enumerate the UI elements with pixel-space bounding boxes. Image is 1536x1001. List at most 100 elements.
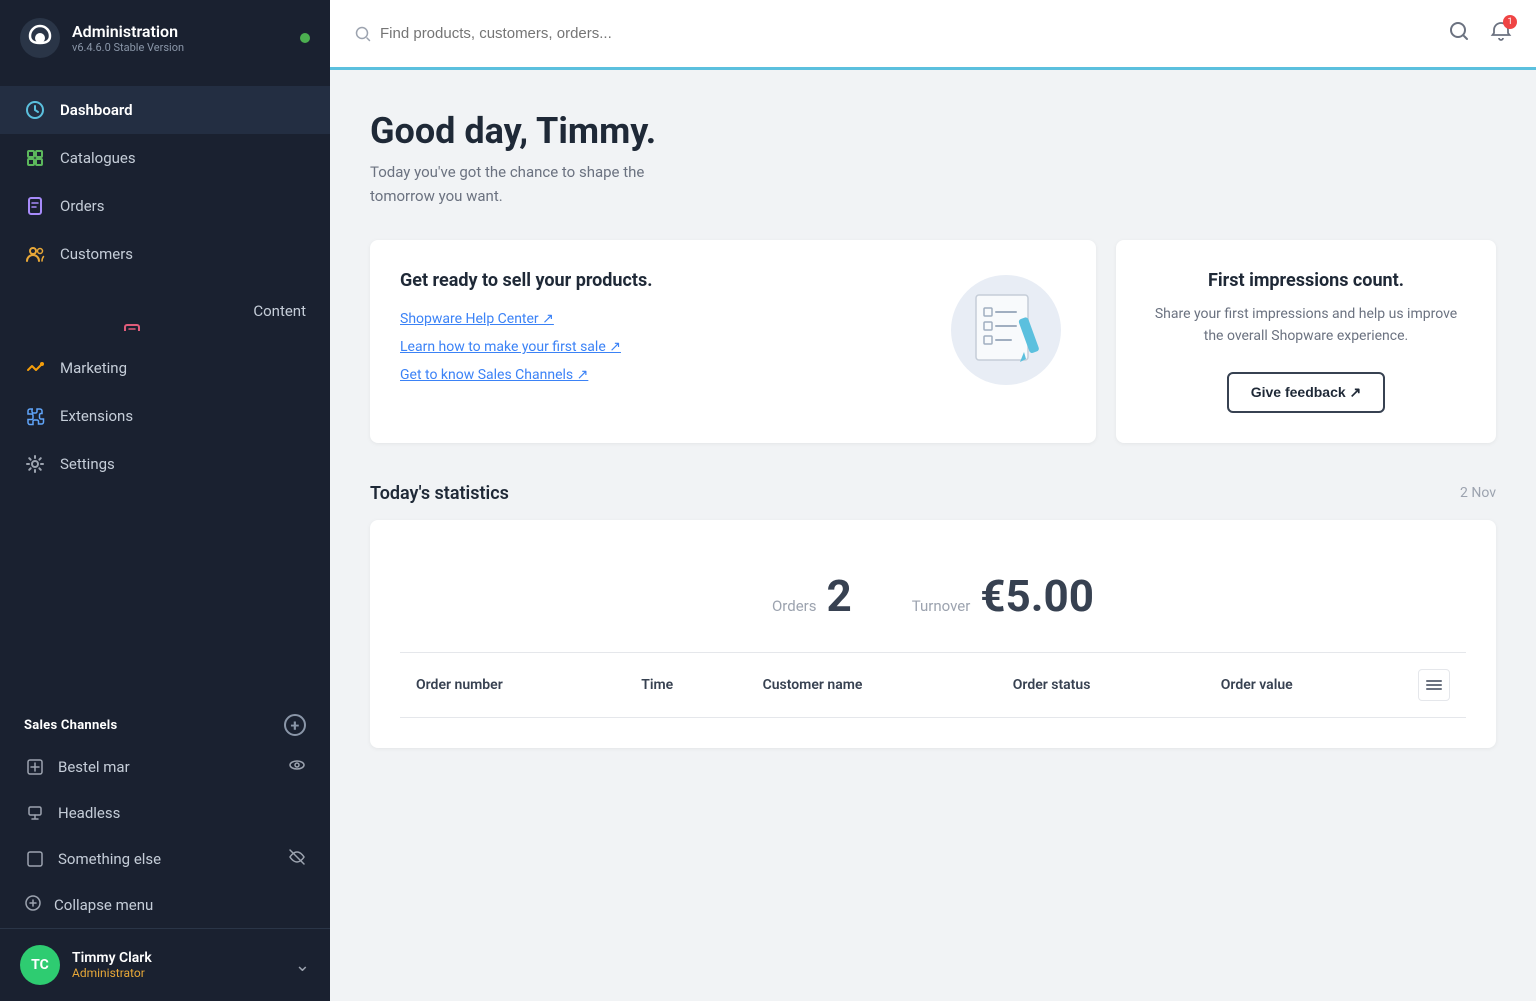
sidebar-item-content[interactable]: Content — [0, 278, 330, 344]
sell-card-content: Get ready to sell your products. Shopwar… — [400, 270, 652, 383]
sidebar-item-label: Catalogues — [60, 149, 136, 167]
sidebar-item-catalogues[interactable]: Catalogues — [0, 134, 330, 182]
impressions-description: Share your first impressions and help us… — [1146, 303, 1466, 348]
orders-icon — [24, 195, 46, 217]
sidebar-nav: Dashboard Catalogues Orders Customers Co… — [0, 76, 330, 694]
collapse-icon — [24, 894, 42, 916]
marketing-icon — [24, 357, 46, 379]
col-order-value: Order value — [1205, 652, 1402, 717]
sidebar-item-label: Settings — [60, 455, 115, 473]
something-else-label: Something else — [58, 850, 276, 868]
something-else-icon — [24, 848, 46, 870]
search-topbar-button[interactable] — [1448, 20, 1470, 47]
brand-title: Administration — [72, 22, 184, 41]
sell-illustration — [946, 270, 1066, 390]
info-cards: Get ready to sell your products. Shopwar… — [370, 240, 1496, 443]
orders-table-wrapper: Order number Time Customer name Order st… — [400, 652, 1466, 718]
headless-label: Headless — [58, 804, 306, 822]
sales-channels-header: Sales Channels + — [0, 694, 330, 744]
brand-text: Administration v6.4.6.0 Stable Version — [72, 22, 184, 54]
sidebar-item-label: Dashboard — [60, 101, 133, 119]
settings-icon — [24, 453, 46, 475]
turnover-stat: Turnover €5.00 — [912, 570, 1094, 622]
search-icon — [354, 25, 372, 43]
sales-channels-link[interactable]: Get to know Sales Channels ↗ — [400, 367, 652, 383]
orders-table: Order number Time Customer name Order st… — [400, 652, 1466, 718]
brand-version: v6.4.6.0 Stable Version — [72, 41, 184, 54]
bestel-mar-icon — [24, 756, 46, 778]
headless-icon — [24, 802, 46, 824]
sidebar-footer: TC Timmy Clark Administrator ⌄ — [0, 928, 330, 1001]
search-input[interactable] — [380, 25, 1436, 42]
col-menu — [1402, 652, 1466, 717]
user-info: Timmy Clark Administrator — [72, 950, 283, 980]
greeting-subtitle: Today you've got the chance to shape the… — [370, 160, 1496, 208]
col-time: Time — [625, 652, 746, 717]
user-role: Administrator — [72, 966, 283, 980]
sidebar-item-label: Customers — [60, 245, 133, 263]
orders-value: 2 — [826, 570, 851, 622]
sidebar-item-dashboard[interactable]: Dashboard — [0, 86, 330, 134]
stats-section: Today's statistics 2 Nov Orders 2 Turnov… — [370, 483, 1496, 748]
sidebar-item-extensions[interactable]: Extensions — [0, 392, 330, 440]
sidebar-item-label: Content — [253, 302, 306, 320]
sales-channel-headless[interactable]: Headless — [0, 790, 330, 836]
user-name: Timmy Clark — [72, 950, 283, 966]
extensions-icon — [24, 405, 46, 427]
sell-card-title: Get ready to sell your products. — [400, 270, 652, 291]
col-order-number: Order number — [400, 652, 625, 717]
sidebar-item-label: Marketing — [60, 359, 127, 377]
add-sales-channel-button[interactable]: + — [284, 714, 306, 736]
user-menu-chevron[interactable]: ⌄ — [295, 955, 310, 976]
topbar: 1 — [330, 0, 1536, 70]
impressions-title: First impressions count. — [1208, 270, 1404, 291]
sidebar-item-settings[interactable]: Settings — [0, 440, 330, 488]
stats-title: Today's statistics — [370, 483, 509, 504]
search-bar — [354, 25, 1436, 43]
bestel-mar-label: Bestel mar — [58, 758, 276, 776]
brand: Administration v6.4.6.0 Stable Version — [20, 18, 184, 58]
give-feedback-button[interactable]: Give feedback ↗ — [1227, 372, 1386, 413]
main-area: 1 Good day, Timmy. Today you've got the … — [330, 0, 1536, 1001]
stats-numbers: Orders 2 Turnover €5.00 — [400, 550, 1466, 652]
collapse-menu-button[interactable]: Collapse menu — [0, 882, 330, 928]
notification-badge: 1 — [1503, 15, 1517, 29]
notification-button[interactable]: 1 — [1490, 20, 1512, 47]
greeting-title: Good day, Timmy. — [370, 110, 1496, 152]
sidebar-item-customers[interactable]: Customers — [0, 230, 330, 278]
sidebar: Administration v6.4.6.0 Stable Version D… — [0, 0, 330, 1001]
table-menu-button[interactable] — [1418, 669, 1450, 701]
dashboard-icon — [24, 99, 46, 121]
turnover-label: Turnover — [912, 597, 971, 615]
turnover-value: €5.00 — [980, 570, 1094, 622]
sell-products-card: Get ready to sell your products. Shopwar… — [370, 240, 1096, 443]
sidebar-item-label: Orders — [60, 197, 105, 215]
bestel-mar-eye-icon — [288, 756, 306, 778]
collapse-menu-label: Collapse menu — [54, 896, 153, 914]
customers-icon — [24, 243, 46, 265]
col-order-status: Order status — [997, 652, 1205, 717]
stats-header: Today's statistics 2 Nov — [370, 483, 1496, 504]
sales-channel-bestel-mar[interactable]: Bestel mar — [0, 744, 330, 790]
something-else-eye-icon — [288, 848, 306, 870]
brand-logo — [20, 18, 60, 58]
orders-stat: Orders 2 — [772, 570, 852, 622]
content-icon — [24, 291, 239, 331]
content: Good day, Timmy. Today you've got the ch… — [330, 70, 1536, 1001]
stats-date: 2 Nov — [1460, 485, 1496, 501]
sidebar-item-marketing[interactable]: Marketing — [0, 344, 330, 392]
first-sale-link[interactable]: Learn how to make your first sale ↗ — [400, 339, 652, 355]
sidebar-header: Administration v6.4.6.0 Stable Version — [0, 0, 330, 76]
impressions-card: First impressions count. Share your firs… — [1116, 240, 1496, 443]
sales-channel-something-else[interactable]: Something else — [0, 836, 330, 882]
sidebar-item-orders[interactable]: Orders — [0, 182, 330, 230]
catalogues-icon — [24, 147, 46, 169]
orders-label: Orders — [772, 597, 817, 615]
user-avatar: TC — [20, 945, 60, 985]
stats-card: Orders 2 Turnover €5.00 Order number Tim… — [370, 520, 1496, 748]
sidebar-item-label: Extensions — [60, 407, 133, 425]
status-indicator — [300, 33, 310, 43]
help-center-link[interactable]: Shopware Help Center ↗ — [400, 311, 652, 327]
topbar-icons: 1 — [1448, 20, 1512, 47]
col-customer-name: Customer name — [747, 652, 997, 717]
